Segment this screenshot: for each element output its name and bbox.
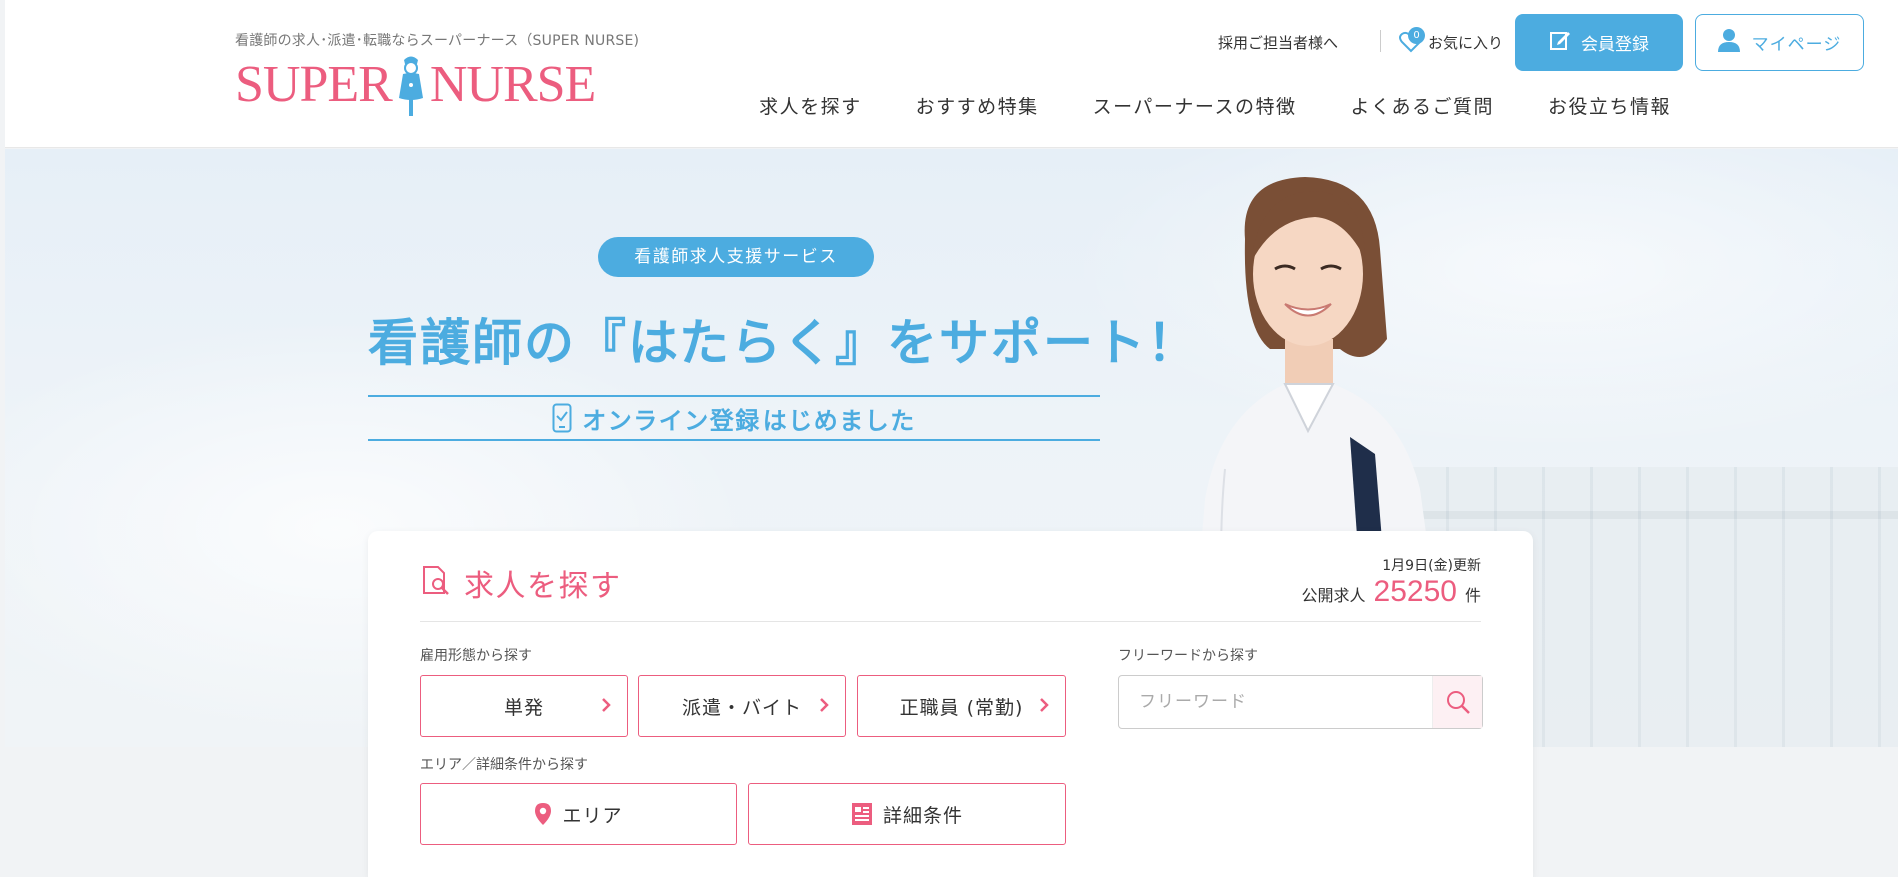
nav-item-faq[interactable]: よくあるご質問 bbox=[1350, 92, 1494, 119]
subline-strong: オンライン登録 bbox=[582, 406, 761, 435]
favorites-label: お気に入り bbox=[1428, 33, 1504, 52]
map-pin-icon bbox=[535, 803, 552, 825]
subline-rest: はじめました bbox=[762, 406, 916, 435]
freeword-input[interactable] bbox=[1119, 676, 1433, 728]
type-button-full-time[interactable]: 正職員 (常勤) bbox=[857, 675, 1066, 737]
chevron-right-icon bbox=[820, 698, 829, 712]
type-button-dispatch[interactable]: 派遣・バイト bbox=[638, 675, 846, 737]
favorites-link[interactable]: 0 お気に入り bbox=[1398, 27, 1504, 56]
employer-link[interactable]: 採用ご担当者様へ bbox=[1218, 32, 1338, 53]
hero-headline: 看護師の『はたらく』をサポート！ bbox=[368, 314, 1199, 372]
online-registration-banner[interactable]: オンライン登録 はじめました bbox=[368, 395, 1100, 441]
user-icon bbox=[1717, 28, 1740, 57]
main-nav: 求人を探す おすすめ特集 スーパーナースの特徴 よくあるご質問 お役立ち情報 bbox=[705, 92, 1671, 119]
search-title: 求人を探す bbox=[464, 569, 622, 604]
chevron-right-icon bbox=[1040, 698, 1049, 712]
job-count-suffix: 件 bbox=[1464, 586, 1481, 605]
service-badge: 看護師求人支援サービス bbox=[598, 237, 874, 277]
freeword-label: フリーワードから探す bbox=[1118, 648, 1258, 664]
type-label: 単発 bbox=[503, 696, 544, 719]
detail-conditions-label: 詳細条件 bbox=[882, 804, 963, 827]
job-search-card: 求人を探す 1月9日(金)更新 公開求人 25250 件 雇用形態から探す 単発… bbox=[368, 531, 1533, 877]
mypage-label: マイページ bbox=[1751, 35, 1842, 55]
area-button[interactable]: エリア bbox=[420, 783, 737, 845]
header-utility: 採用ご担当者様へ 0 お気に入り 会員登録 マイページ bbox=[998, 14, 1898, 72]
area-label: エリア bbox=[562, 804, 623, 827]
heart-icon: 0 bbox=[1398, 27, 1425, 55]
search-doc-icon bbox=[420, 565, 452, 601]
job-count-number: 25250 bbox=[1373, 575, 1457, 608]
job-count-prefix: 公開求人 bbox=[1301, 586, 1366, 605]
type-label: 正職員 (常勤) bbox=[899, 696, 1024, 719]
register-button[interactable]: 会員登録 bbox=[1515, 14, 1683, 71]
register-label: 会員登録 bbox=[1581, 35, 1649, 55]
search-card-title: 求人を探す bbox=[420, 561, 622, 605]
phone-icon bbox=[552, 403, 572, 433]
mypage-button[interactable]: マイページ bbox=[1695, 14, 1864, 71]
nurse-logo-icon bbox=[394, 52, 428, 118]
employment-type-label: 雇用形態から探す bbox=[420, 648, 532, 664]
site-header: 看護師の求人･派遣･転職ならスーパーナース（SUPER NURSE) SUPER… bbox=[5, 0, 1898, 148]
search-icon bbox=[1446, 691, 1470, 714]
pencil-icon bbox=[1549, 29, 1571, 56]
logo-text-super: SUPER bbox=[235, 56, 393, 113]
freeword-search-button[interactable] bbox=[1432, 676, 1482, 728]
divider bbox=[1380, 30, 1381, 52]
detail-conditions-button[interactable]: 詳細条件 bbox=[748, 783, 1066, 845]
nav-item-features[interactable]: おすすめ特集 bbox=[916, 92, 1039, 119]
freeword-search bbox=[1118, 675, 1483, 729]
nav-item-info[interactable]: お役立ち情報 bbox=[1548, 92, 1671, 119]
nav-item-about[interactable]: スーパーナースの特徴 bbox=[1093, 92, 1297, 119]
job-count: 公開求人 25250 件 bbox=[1302, 575, 1481, 609]
update-date: 1月9日(金)更新 bbox=[1382, 558, 1481, 574]
site-logo[interactable]: SUPER NURSE bbox=[235, 52, 596, 118]
type-button-single-shift[interactable]: 単発 bbox=[420, 675, 628, 737]
favorites-count-badge: 0 bbox=[1408, 27, 1425, 44]
card-divider bbox=[420, 621, 1481, 622]
type-label: 派遣・バイト bbox=[681, 696, 802, 719]
site-tagline: 看護師の求人･派遣･転職ならスーパーナース（SUPER NURSE) bbox=[235, 33, 640, 49]
area-condition-label: エリア／詳細条件から探す bbox=[420, 757, 588, 773]
document-icon bbox=[851, 803, 872, 825]
chevron-right-icon bbox=[602, 698, 611, 712]
nav-item-job-search[interactable]: 求人を探す bbox=[759, 92, 862, 119]
logo-text-nurse: NURSE bbox=[429, 56, 596, 113]
